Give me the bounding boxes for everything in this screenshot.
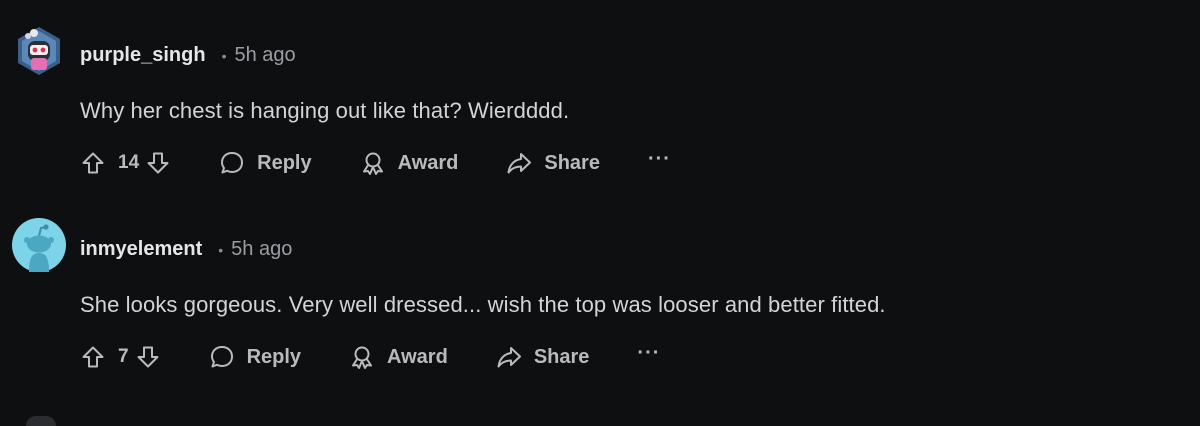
award-button[interactable]: Award [360, 150, 459, 176]
meta-separator: • [218, 241, 224, 258]
reply-button[interactable]: Reply [209, 344, 301, 370]
more-options-button[interactable]: ··· [648, 149, 671, 172]
meta-separator: • [221, 47, 227, 64]
award-label: Award [387, 345, 448, 368]
comment-actions: 14 Reply Award Share ··· [80, 148, 671, 178]
share-button[interactable]: Share [506, 150, 600, 176]
comment-meta: inmyelement • 5h ago [80, 238, 292, 261]
comment-meta: purple_singh • 5h ago [80, 44, 296, 67]
award-ribbon-icon [362, 152, 383, 175]
comment-text: She looks gorgeous. Very well dressed...… [80, 292, 886, 317]
custom-avatar-icon [18, 27, 60, 75]
timestamp[interactable]: 5h ago [231, 238, 292, 261]
upvote-arrow-icon [82, 346, 104, 368]
username-link[interactable]: inmyelement [80, 238, 202, 261]
award-ribbon-icon [352, 346, 373, 369]
downvote-button[interactable] [145, 150, 171, 176]
upvote-arrow-icon [82, 152, 104, 174]
comment-actions: 7 Reply Award Share ··· [80, 342, 660, 372]
username-link[interactable]: purple_singh [80, 44, 206, 67]
more-options-button[interactable]: ··· [637, 343, 660, 366]
share-arrow-icon [497, 347, 521, 368]
share-arrow-icon [507, 153, 532, 174]
upvote-button[interactable] [80, 150, 106, 176]
comment-text: Why her chest is hanging out like that? … [80, 98, 570, 123]
share-button[interactable]: Share [496, 344, 590, 370]
downvote-arrow-icon [147, 152, 169, 174]
downvote-button[interactable] [135, 344, 161, 370]
vote-count: 14 [118, 152, 140, 173]
share-label: Share [533, 345, 590, 368]
reply-label: Reply [257, 151, 312, 174]
next-comment-avatar [26, 416, 56, 426]
reply-button[interactable]: Reply [219, 150, 312, 176]
default-snoo-avatar-icon [12, 218, 66, 272]
timestamp[interactable]: 5h ago [234, 44, 295, 67]
speech-bubble-icon [210, 346, 233, 368]
upvote-button[interactable] [80, 344, 106, 370]
downvote-arrow-icon [137, 346, 159, 368]
award-button[interactable]: Award [349, 344, 448, 370]
share-label: Share [544, 151, 600, 174]
award-label: Award [397, 151, 459, 174]
reply-label: Reply [246, 345, 302, 368]
vote-count: 7 [118, 346, 129, 367]
speech-bubble-icon [221, 152, 244, 174]
user-avatar[interactable] [12, 218, 66, 272]
user-avatar[interactable] [12, 24, 66, 78]
